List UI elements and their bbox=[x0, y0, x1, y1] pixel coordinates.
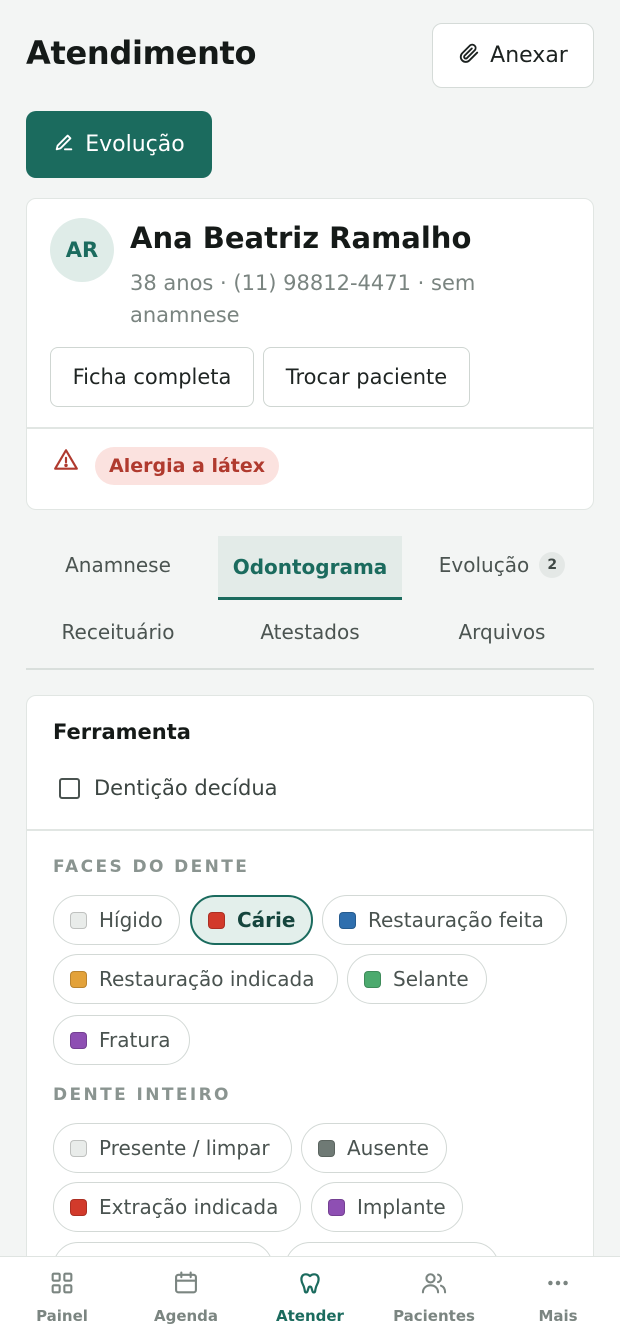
deciduous-label: Dentição decídua bbox=[94, 776, 278, 800]
attach-label: Anexar bbox=[490, 43, 568, 68]
nav-atender[interactable]: Atender bbox=[248, 1269, 372, 1325]
card-divider bbox=[27, 427, 593, 429]
patient-name: Ana Beatriz Ramalho bbox=[130, 221, 472, 255]
chip-label: Cárie bbox=[237, 908, 296, 932]
nav-mais[interactable]: Mais bbox=[496, 1269, 620, 1325]
tab-evolucao[interactable]: Evolução 2 bbox=[410, 533, 594, 597]
nav-label: Mais bbox=[538, 1307, 578, 1325]
nav-label: Atender bbox=[276, 1307, 344, 1325]
tab-label: Arquivos bbox=[458, 620, 546, 644]
tab-label: Odontograma bbox=[232, 554, 388, 579]
page: Atendimento Anexar Evolução AR Ana Beatr… bbox=[0, 0, 620, 1342]
tab-label: Anamnese bbox=[65, 553, 171, 577]
chip-label: Restauração feita bbox=[368, 908, 544, 932]
nav-agenda[interactable]: Agenda bbox=[124, 1269, 248, 1325]
color-swatch bbox=[70, 911, 87, 929]
color-swatch bbox=[70, 1031, 87, 1049]
tool-divider bbox=[27, 829, 593, 831]
tool-title: Ferramenta bbox=[53, 720, 191, 744]
chip-label: Ausente bbox=[347, 1136, 429, 1160]
color-swatch bbox=[208, 911, 225, 929]
tab-odontograma[interactable]: Odontograma bbox=[218, 536, 402, 600]
tab-receituario[interactable]: Receituário bbox=[26, 600, 210, 664]
calendar-icon bbox=[172, 1269, 200, 1301]
color-swatch bbox=[318, 1139, 335, 1157]
chip-presente-limpar[interactable]: Presente / limpar bbox=[53, 1123, 292, 1173]
switch-patient-button[interactable]: Trocar paciente bbox=[263, 347, 470, 407]
chip-higido[interactable]: Hígido bbox=[53, 895, 180, 945]
tool-card: Ferramenta Dentição decídua FACES DO DEN… bbox=[26, 695, 594, 1342]
patient-card: AR Ana Beatriz Ramalho 38 anos · (11) 98… bbox=[26, 198, 594, 510]
avatar: AR bbox=[50, 218, 114, 282]
chip-label: Presente / limpar bbox=[99, 1136, 270, 1160]
color-swatch bbox=[339, 911, 356, 929]
patient-meta: 38 anos · (11) 98812-4471 · sem anamnese bbox=[130, 271, 476, 327]
tooth-icon bbox=[296, 1269, 324, 1301]
color-swatch bbox=[70, 970, 87, 988]
tab-arquivos[interactable]: Arquivos bbox=[410, 600, 594, 664]
color-swatch bbox=[70, 1139, 87, 1157]
attach-button[interactable]: Anexar bbox=[432, 23, 594, 88]
color-swatch bbox=[328, 1198, 345, 1216]
bottom-nav: Painel Agenda Atender Pacientes Mais bbox=[0, 1256, 620, 1342]
allergy-badge: Alergia a látex bbox=[95, 447, 280, 485]
chip-restauracao-indicada[interactable]: Restauração indicada bbox=[53, 954, 338, 1004]
paperclip-icon bbox=[458, 42, 480, 70]
tab-atestados[interactable]: Atestados bbox=[218, 600, 402, 664]
tabs-divider bbox=[26, 668, 594, 670]
color-swatch bbox=[70, 1198, 87, 1216]
more-icon bbox=[544, 1269, 572, 1301]
evolution-button[interactable]: Evolução bbox=[26, 111, 212, 178]
deciduous-toggle[interactable]: Dentição decídua bbox=[59, 776, 278, 800]
chip-fratura[interactable]: Fratura bbox=[53, 1015, 190, 1065]
chip-label: Restauração indicada bbox=[99, 967, 315, 991]
chip-label: Fratura bbox=[99, 1028, 171, 1052]
pen-icon bbox=[53, 131, 75, 159]
nav-pacientes[interactable]: Pacientes bbox=[372, 1269, 496, 1325]
users-icon bbox=[420, 1269, 448, 1301]
tab-label: Evolução bbox=[438, 553, 530, 577]
chip-label: Implante bbox=[357, 1195, 446, 1219]
evolution-label: Evolução bbox=[85, 132, 185, 157]
page-title: Atendimento bbox=[26, 34, 257, 72]
tab-anamnese[interactable]: Anamnese bbox=[26, 533, 210, 597]
nav-painel[interactable]: Painel bbox=[0, 1269, 124, 1325]
chip-label: Selante bbox=[393, 967, 469, 991]
chip-extracao-indicada[interactable]: Extração indicada bbox=[53, 1182, 301, 1232]
color-swatch bbox=[364, 970, 381, 988]
tab-label: Atestados bbox=[260, 620, 360, 644]
grid-icon bbox=[48, 1269, 76, 1301]
faces-section-label: FACES DO DENTE bbox=[53, 857, 250, 877]
warning-icon bbox=[53, 447, 79, 477]
tab-label: Receituário bbox=[61, 620, 175, 644]
whole-tooth-section-label: DENTE INTEIRO bbox=[53, 1085, 231, 1105]
deciduous-checkbox[interactable] bbox=[59, 777, 80, 799]
nav-label: Pacientes bbox=[393, 1307, 475, 1325]
nav-label: Painel bbox=[36, 1307, 88, 1325]
chip-carie[interactable]: Cárie bbox=[190, 895, 313, 945]
full-record-button[interactable]: Ficha completa bbox=[50, 347, 254, 407]
chip-label: Extração indicada bbox=[99, 1195, 279, 1219]
nav-label: Agenda bbox=[153, 1307, 219, 1325]
chip-selante[interactable]: Selante bbox=[347, 954, 487, 1004]
count-badge: 2 bbox=[539, 552, 566, 578]
chip-implante[interactable]: Implante bbox=[311, 1182, 463, 1232]
chip-label: Hígido bbox=[99, 908, 163, 932]
chip-restauracao-feita[interactable]: Restauração feita bbox=[322, 895, 567, 945]
chip-ausente[interactable]: Ausente bbox=[301, 1123, 447, 1173]
